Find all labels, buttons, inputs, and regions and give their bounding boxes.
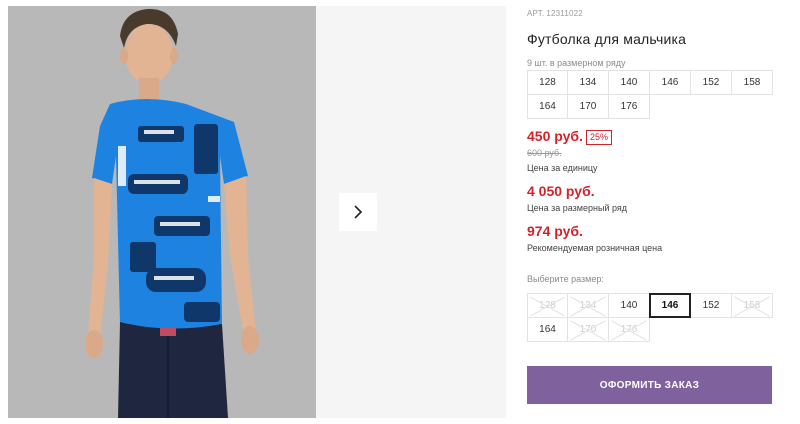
reference-size-cell: 146 [649,70,691,95]
row-price: 4 050 руб. [527,183,595,199]
reference-size-cell: 170 [567,94,609,119]
size-option-158: 158 [731,293,773,318]
chevron-right-icon [352,204,364,220]
size-option-140[interactable]: 140 [608,293,650,318]
article-number: АРТ. 12311022 [527,9,583,18]
size-option-170: 170 [567,317,609,342]
size-picker-grid: 128 134 140 146 152 158 164 170 176 [527,293,773,342]
row-price-label: Цена за размерный ряд [527,203,628,213]
retail-price: 974 руб. [527,223,583,239]
product-title: Футболка для мальчика [527,31,687,47]
size-row-note: 9 шт. в размерном ряду [527,58,626,68]
product-photo-illustration [8,6,316,418]
order-button[interactable]: ОФОРМИТЬ ЗАКАЗ [527,366,772,404]
old-price: 600 руб. [527,148,562,158]
unit-price: 450 руб. [527,128,583,144]
choose-size-label: Выберите размер: [527,274,604,284]
gallery-next-button[interactable] [339,193,377,231]
reference-size-cell: 134 [567,70,609,95]
reference-size-cell: 140 [608,70,650,95]
size-option-134: 134 [567,293,609,318]
reference-size-cell: 176 [608,94,650,119]
reference-size-cell: 128 [527,70,568,95]
reference-size-cell: 158 [731,70,773,95]
retail-price-label: Рекомендуемая розничная цена [527,243,663,253]
article-prefix: АРТ. [527,9,545,18]
unit-price-label: Цена за единицу [527,163,598,173]
discount-badge: 25% [586,130,613,145]
article-value: 12311022 [546,9,583,18]
size-option-176: 176 [608,317,650,342]
size-option-146[interactable]: 146 [649,293,691,318]
product-gallery [0,0,506,418]
size-option-164[interactable]: 164 [527,317,568,342]
reference-size-cell: 164 [527,94,568,119]
reference-size-grid: 128 134 140 146 152 158 164 170 176 [527,70,773,119]
reference-size-cell: 152 [690,70,732,95]
size-option-152[interactable]: 152 [690,293,732,318]
product-photo[interactable] [8,6,316,418]
size-option-128: 128 [527,293,568,318]
